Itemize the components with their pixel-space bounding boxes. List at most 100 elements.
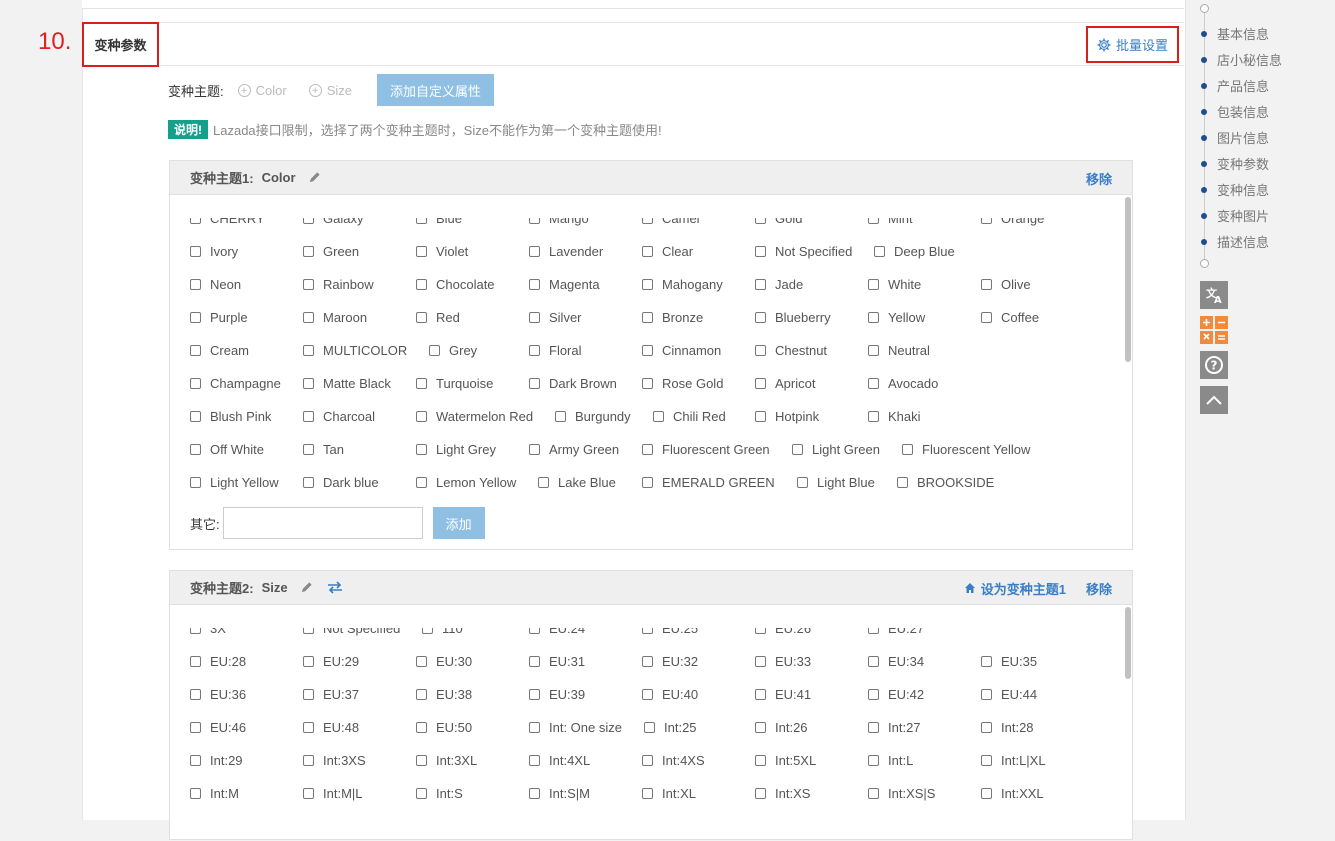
- side-nav-item[interactable]: 店小秘信息: [1201, 50, 1282, 69]
- checkbox[interactable]: [529, 246, 540, 257]
- option-item[interactable]: Avocado: [868, 376, 938, 391]
- option-item[interactable]: EU:28: [190, 654, 246, 669]
- checkbox[interactable]: [755, 628, 766, 634]
- checkbox[interactable]: [529, 312, 540, 323]
- option-item[interactable]: Chili Red: [653, 409, 726, 424]
- option-item[interactable]: Ivory: [190, 244, 238, 259]
- checkbox[interactable]: [642, 246, 653, 257]
- option-item[interactable]: EU:50: [416, 720, 472, 735]
- option-item[interactable]: Int:XS|S: [868, 786, 935, 801]
- option-item[interactable]: Cinnamon: [642, 343, 721, 358]
- option-item[interactable]: Int:3XL: [416, 753, 477, 768]
- checkbox[interactable]: [755, 345, 766, 356]
- option-item[interactable]: Green: [303, 244, 359, 259]
- side-nav-item[interactable]: 基本信息: [1201, 24, 1269, 43]
- option-item[interactable]: Int:3XS: [303, 753, 366, 768]
- option-item[interactable]: Int:S|M: [529, 786, 590, 801]
- option-item[interactable]: Magenta: [529, 277, 600, 292]
- side-nav-item[interactable]: 产品信息: [1201, 76, 1269, 95]
- option-item[interactable]: EU:34: [868, 654, 924, 669]
- option-item[interactable]: EU:40: [642, 687, 698, 702]
- checkbox[interactable]: [190, 788, 201, 799]
- checkbox[interactable]: [642, 628, 653, 634]
- calculator-icon[interactable]: [1200, 316, 1228, 344]
- checkbox[interactable]: [190, 755, 201, 766]
- option-item[interactable]: Int:4XL: [529, 753, 590, 768]
- option-item[interactable]: Light Grey: [416, 442, 496, 457]
- option-item[interactable]: Int:28: [981, 720, 1034, 735]
- option-item[interactable]: Rose Gold: [642, 376, 723, 391]
- checkbox[interactable]: [190, 312, 201, 323]
- checkbox[interactable]: [303, 378, 314, 389]
- checkbox[interactable]: [755, 411, 766, 422]
- theme-option-size[interactable]: + Size: [308, 83, 352, 98]
- checkbox[interactable]: [868, 279, 879, 290]
- option-item[interactable]: EU:24: [529, 628, 585, 636]
- checkbox[interactable]: [981, 722, 992, 733]
- scrollbar[interactable]: [1123, 605, 1132, 841]
- option-item[interactable]: Int: One size: [529, 720, 622, 735]
- add-other-button[interactable]: 添加: [432, 507, 485, 539]
- checkbox[interactable]: [755, 722, 766, 733]
- checkbox[interactable]: [868, 411, 879, 422]
- option-item[interactable]: Int:4XS: [642, 753, 705, 768]
- checkbox[interactable]: [303, 477, 314, 488]
- checkbox[interactable]: [868, 788, 879, 799]
- checkbox[interactable]: [642, 477, 653, 488]
- option-item[interactable]: EU:41: [755, 687, 811, 702]
- option-item[interactable]: Dark Brown: [529, 376, 617, 391]
- checkbox[interactable]: [642, 378, 653, 389]
- checkbox[interactable]: [868, 689, 879, 700]
- option-item[interactable]: Bronze: [642, 310, 703, 325]
- option-item[interactable]: Maroon: [303, 310, 367, 325]
- option-item[interactable]: Hotpink: [755, 409, 819, 424]
- checkbox[interactable]: [416, 444, 427, 455]
- option-item[interactable]: 3X: [190, 628, 226, 636]
- checkbox[interactable]: [190, 378, 201, 389]
- option-item[interactable]: EU:35: [981, 654, 1037, 669]
- checkbox[interactable]: [190, 246, 201, 257]
- option-item[interactable]: Yellow: [868, 310, 925, 325]
- option-item[interactable]: Apricot: [755, 376, 815, 391]
- option-item[interactable]: EU:37: [303, 687, 359, 702]
- other-input[interactable]: [222, 507, 423, 539]
- checkbox[interactable]: [755, 656, 766, 667]
- option-item[interactable]: Int:XS: [755, 786, 810, 801]
- option-item[interactable]: Coffee: [981, 310, 1039, 325]
- checkbox[interactable]: [868, 345, 879, 356]
- checkbox[interactable]: [416, 312, 427, 323]
- option-item[interactable]: Neutral: [868, 343, 930, 358]
- option-item[interactable]: Int:XXL: [981, 786, 1044, 801]
- option-item[interactable]: Rainbow: [303, 277, 374, 292]
- option-item[interactable]: Int:L|XL: [981, 753, 1046, 768]
- checkbox[interactable]: [642, 755, 653, 766]
- edit-pencil-icon[interactable]: [300, 581, 313, 594]
- checkbox[interactable]: [529, 722, 540, 733]
- option-item[interactable]: EU:25: [642, 628, 698, 636]
- checkbox[interactable]: [422, 628, 433, 634]
- option-item[interactable]: EU:29: [303, 654, 359, 669]
- option-item[interactable]: Int:5XL: [755, 753, 816, 768]
- checkbox[interactable]: [303, 345, 314, 356]
- option-item[interactable]: EU:30: [416, 654, 472, 669]
- option-item[interactable]: Int:26: [755, 720, 808, 735]
- option-item[interactable]: Floral: [529, 343, 582, 358]
- checkbox[interactable]: [303, 279, 314, 290]
- option-item[interactable]: Army Green: [529, 442, 619, 457]
- checkbox[interactable]: [644, 722, 655, 733]
- checkbox[interactable]: [981, 689, 992, 700]
- checkbox[interactable]: [653, 411, 664, 422]
- scrollbar-thumb[interactable]: [1125, 197, 1131, 362]
- option-item[interactable]: Red: [416, 310, 460, 325]
- checkbox[interactable]: [642, 345, 653, 356]
- option-item[interactable]: Camel: [642, 218, 700, 226]
- checkbox[interactable]: [429, 345, 440, 356]
- option-item[interactable]: Lavender: [529, 244, 603, 259]
- option-item[interactable]: Not Specified: [755, 244, 852, 259]
- option-item[interactable]: Mahogany: [642, 277, 723, 292]
- set-as-theme-1-link[interactable]: 设为变种主题1: [964, 579, 1066, 598]
- checkbox[interactable]: [755, 378, 766, 389]
- option-item[interactable]: Galaxy: [303, 218, 363, 226]
- option-item[interactable]: BROOKSIDE: [897, 475, 994, 490]
- option-item[interactable]: Int:S: [416, 786, 463, 801]
